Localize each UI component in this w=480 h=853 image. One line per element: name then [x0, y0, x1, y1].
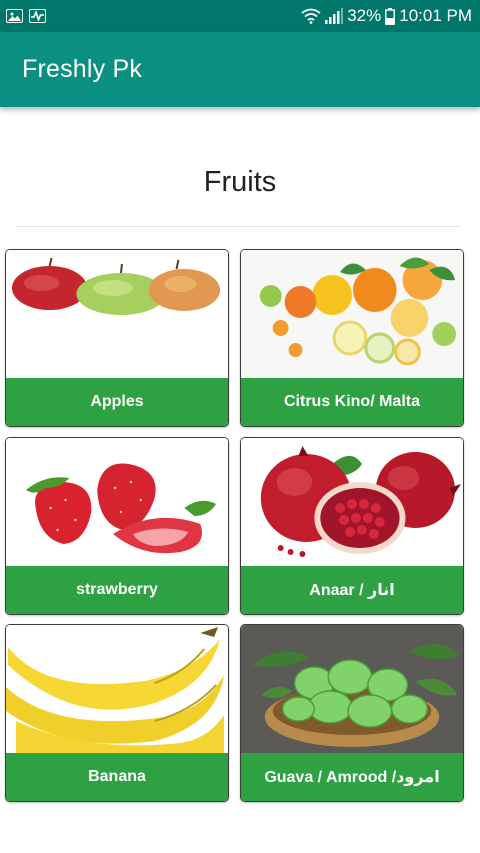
activity-notification-icon	[29, 9, 46, 23]
card-label-bar: Apples	[6, 378, 228, 426]
card-label-bar: Guava / Amrood /امرود	[241, 753, 463, 801]
fruit-card-banana[interactable]: Banana	[5, 624, 229, 802]
card-label: strawberry	[76, 581, 158, 598]
card-label: Banana	[88, 768, 146, 785]
system-icons: 32% 10:01 PM	[301, 6, 472, 26]
app-bar: Freshly Pk	[0, 32, 480, 107]
citrus-image	[241, 250, 463, 378]
fruit-card-apples[interactable]: Apples	[5, 249, 229, 427]
strawberry-image	[6, 438, 228, 566]
card-label-bar: Banana	[6, 753, 228, 801]
page-heading: Fruits	[203, 166, 277, 198]
card-label-bar: Anaar / انار	[241, 566, 463, 614]
apples-image	[6, 250, 228, 378]
wifi-icon	[301, 8, 321, 24]
card-label: Citrus Kino/ Malta	[283, 393, 420, 410]
card-label-bar: strawberry	[6, 566, 228, 614]
card-label: Apples	[90, 393, 144, 410]
battery-percent: 32%	[347, 6, 382, 25]
battery-icon	[385, 7, 396, 25]
heading-divider	[16, 226, 460, 227]
status-bar: 32% 10:01 PM	[0, 0, 480, 32]
card-label-bar: Citrus Kino/ Malta	[241, 378, 463, 426]
image-notification-icon	[6, 9, 23, 23]
signal-icon	[325, 8, 344, 24]
pomegranate-image	[241, 438, 463, 566]
clock: 10:01 PM	[399, 6, 472, 25]
guava-image	[241, 625, 463, 753]
card-label: Anaar / انار	[309, 582, 395, 599]
notification-icons	[6, 9, 46, 23]
card-label: Guava / Amrood /امرود	[264, 769, 440, 786]
banana-image	[6, 625, 228, 753]
fruit-card-guava[interactable]: Guava / Amrood /امرود	[240, 624, 464, 802]
app-title: Freshly Pk	[22, 55, 143, 83]
fruit-card-anaar[interactable]: Anaar / انار	[240, 437, 464, 615]
fruit-card-strawberry[interactable]: strawberry	[5, 437, 229, 615]
fruit-card-citrus[interactable]: Citrus Kino/ Malta	[240, 249, 464, 427]
